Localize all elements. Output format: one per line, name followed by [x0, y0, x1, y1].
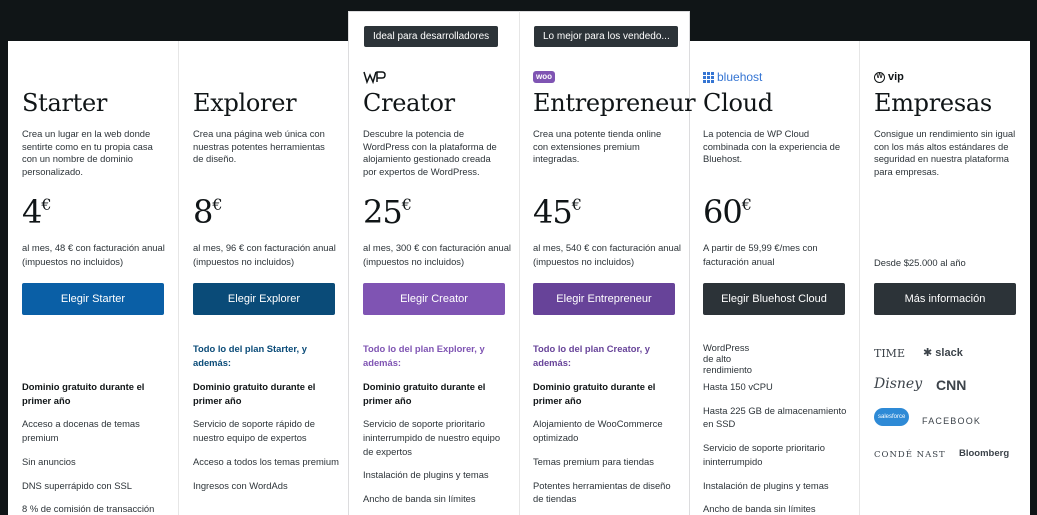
cnn-logo: CNN [936, 377, 967, 393]
bluehost-grid-icon [703, 71, 714, 83]
plan-price: 4€ [22, 193, 52, 231]
plan-billing: al mes, 300 € con facturación anual (imp… [363, 242, 512, 267]
plan-description: La potencia de WP Cloud combinada con la… [703, 128, 841, 165]
choose-bluehost-cloud-button[interactable]: Elegir Bluehost Cloud [703, 283, 845, 315]
plan-name: Empresas [874, 89, 992, 117]
currency-symbol: € [401, 195, 412, 214]
choose-creator-button[interactable]: Elegir Creator [363, 283, 505, 315]
wordpress-circle-icon: W [874, 71, 885, 83]
feature-item: 8 % de comisión de transacción [22, 503, 155, 515]
feature-item: Instalación de plugins y temas [703, 479, 829, 491]
plan-description: Consigue un rendimiento sin igual con lo… [874, 128, 1016, 177]
plan-price: 60€ [703, 193, 752, 231]
woo-logo-text: woo [533, 71, 555, 83]
feature-item: Servicio de soporte prioritario ininterr… [703, 442, 825, 467]
wpvip-logo-icon: W vip [874, 70, 904, 84]
feature-list: Dominio gratuito durante el primer año S… [193, 380, 339, 502]
plan-tag: Ideal para desarrolladores [364, 26, 499, 47]
feature-item: Sin anuncios [22, 455, 76, 467]
plan-name: Creator [363, 89, 455, 117]
plan-name: Entrepreneur [533, 89, 696, 117]
plan-description: Crea una potente tienda online con exten… [533, 128, 662, 165]
salesforce-logo: salesforce [874, 408, 910, 426]
feature-item: Hasta 150 vCPU [703, 381, 773, 392]
column-divider [178, 41, 179, 515]
feature-item: Ancho de banda sin límites [703, 503, 816, 515]
bloomberg-logo: Bloomberg [959, 448, 1010, 459]
plan-description: Descubre la potencia de WordPress con la… [363, 128, 497, 177]
currency-symbol: € [41, 195, 52, 214]
more-info-button[interactable]: Más información [874, 283, 1016, 315]
time-logo: TIME [874, 347, 905, 360]
feature-item: Alojamiento de WooCommerce optimizado [533, 418, 663, 443]
plan-billing: al mes, 96 € con facturación anual (impu… [193, 242, 336, 267]
feature-item: Dominio gratuito durante el primer año [533, 381, 656, 406]
plan-billing: Desde $25.000 al año [874, 257, 966, 268]
wordpress-logo-icon [363, 70, 387, 84]
feature-item: DNS superrápido con SSL [22, 479, 132, 491]
highlight-label: WordPress de alto rendimiento [703, 342, 752, 375]
plan-name: Explorer [193, 89, 297, 117]
plan-price: 8€ [193, 193, 223, 231]
feature-item: Potentes herramientas de diseño de tiend… [533, 479, 671, 505]
feature-item: Dominio gratuito durante el primer año [193, 381, 316, 406]
feature-item: Dominio gratuito durante el primer año [363, 381, 486, 406]
facebook-logo: FACEBOOK [922, 416, 982, 426]
plan-tag: Lo mejor para los vendedo... [534, 26, 678, 47]
feature-list: Dominio gratuito durante el primer año S… [363, 380, 509, 515]
feature-item: Acceso a todos los temas premium [193, 455, 339, 467]
plan-description: Crea un lugar en la web donde sentirte c… [22, 128, 153, 177]
feature-list: Dominio gratuito durante el primer año A… [533, 380, 679, 515]
choose-explorer-button[interactable]: Elegir Explorer [193, 283, 335, 315]
feature-item: Instalación de plugins y temas [363, 469, 489, 481]
includes-previous-label: Todo lo del plan Creator, y además: [533, 343, 651, 368]
currency-symbol: € [212, 195, 223, 214]
feature-list: Dominio gratuito durante el primer año A… [22, 380, 168, 515]
currency-symbol: € [741, 195, 752, 214]
plan-description: Crea una página web única con nuestras p… [193, 128, 325, 165]
feature-item: Ancho de banda sin límites [363, 493, 476, 505]
choose-entrepreneur-button[interactable]: Elegir Entrepreneur [533, 283, 675, 315]
plan-billing: A partir de 59,99 €/mes con facturación … [703, 242, 818, 267]
bluehost-logo-icon: bluehost [703, 70, 762, 84]
column-divider [859, 41, 860, 515]
feature-item: Acceso a docenas de temas premium [22, 418, 140, 443]
plan-billing: al mes, 540 € con facturación anual (imp… [533, 242, 682, 267]
slack-icon: ✱ [923, 347, 933, 359]
plan-price: 25€ [363, 193, 412, 231]
feature-item: Servicio de soporte rápido de nuestro eq… [193, 418, 315, 443]
choose-starter-button[interactable]: Elegir Starter [22, 283, 164, 315]
conde-nast-logo: CONDÉ NAST [874, 450, 946, 460]
includes-previous-label: Todo lo del plan Explorer, y además: [363, 343, 485, 368]
includes-previous-label: Todo lo del plan Starter, y además: [193, 343, 307, 368]
plan-name: Cloud [703, 89, 773, 117]
feature-list: Hasta 150 vCPU Hasta 225 GB de almacenam… [703, 380, 849, 515]
feature-item: Dominio gratuito durante el primer año [22, 381, 145, 406]
bluehost-logo-text: bluehost [717, 70, 763, 84]
feature-item: Hasta 225 GB de almacenamiento en SSD [703, 404, 847, 430]
feature-item: Temas premium para tiendas [533, 455, 654, 467]
slack-logo: ✱ slack [923, 347, 963, 359]
woo-logo-icon: woo [533, 70, 555, 84]
disney-logo: Disney [874, 376, 923, 392]
feature-item: Ingresos con WordAds [193, 479, 288, 491]
column-divider [519, 11, 520, 515]
feature-item: Servicio de soporte prioritario ininterr… [363, 418, 501, 457]
plan-billing: al mes, 48 € con facturación anual (impu… [22, 242, 165, 267]
vip-logo-text: vip [888, 71, 904, 83]
plan-price: 45€ [533, 193, 582, 231]
plan-name: Starter [22, 89, 108, 117]
currency-symbol: € [571, 195, 582, 214]
